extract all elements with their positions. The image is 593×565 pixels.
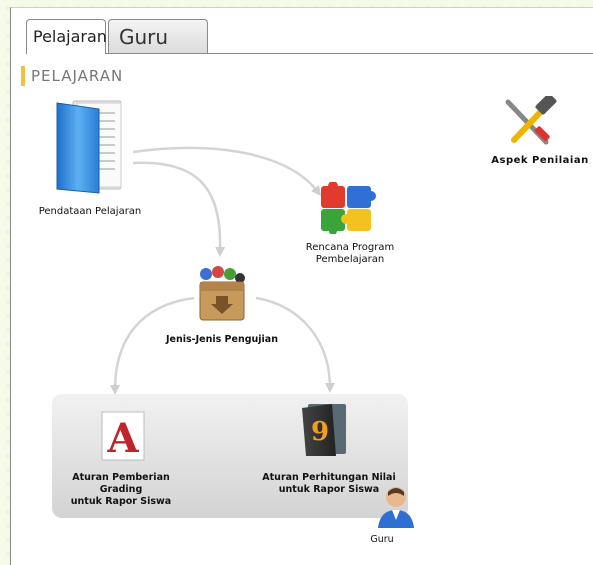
puzzle-icon[interactable] — [317, 181, 379, 235]
perhitungan-label-line1: Aturan Perhitungan Nilai — [262, 472, 396, 483]
grading-label-line2: untuk Rapor Siswa — [70, 496, 172, 507]
jenis-label[interactable]: Jenis-Jenis Pengujian — [160, 334, 284, 346]
guru-label[interactable]: Guru — [362, 534, 402, 546]
grading-label[interactable]: Aturan Pemberian Grading untuk Rapor Sis… — [50, 472, 192, 508]
number-nine-book-icon[interactable]: 9 — [298, 402, 350, 458]
tools-icon[interactable] — [500, 93, 558, 148]
svg-text:9: 9 — [311, 417, 329, 447]
arrow-pendataan-to-jenis — [132, 161, 226, 257]
tab-pelajaran[interactable]: Pelajaran — [26, 19, 107, 54]
rencana-label[interactable]: Rencana Program Pembelajaran — [298, 242, 402, 266]
blue-folder-icon[interactable] — [55, 99, 125, 195]
arrow-pendataan-to-rencana — [132, 146, 322, 196]
pendataan-label[interactable]: Pendataan Pelajaran — [34, 206, 146, 218]
package-icon[interactable] — [196, 266, 248, 322]
rencana-label-line1: Rencana Program — [305, 242, 395, 253]
letter-a-icon[interactable]: A — [98, 410, 148, 462]
svg-text:A: A — [106, 415, 139, 462]
rencana-label-line2: Pembelajaran — [315, 254, 385, 265]
grading-label-line1: Aturan Pemberian Grading — [72, 472, 170, 495]
aspek-label[interactable]: Aspek Penilaian — [486, 155, 593, 167]
user-icon[interactable] — [374, 484, 418, 530]
